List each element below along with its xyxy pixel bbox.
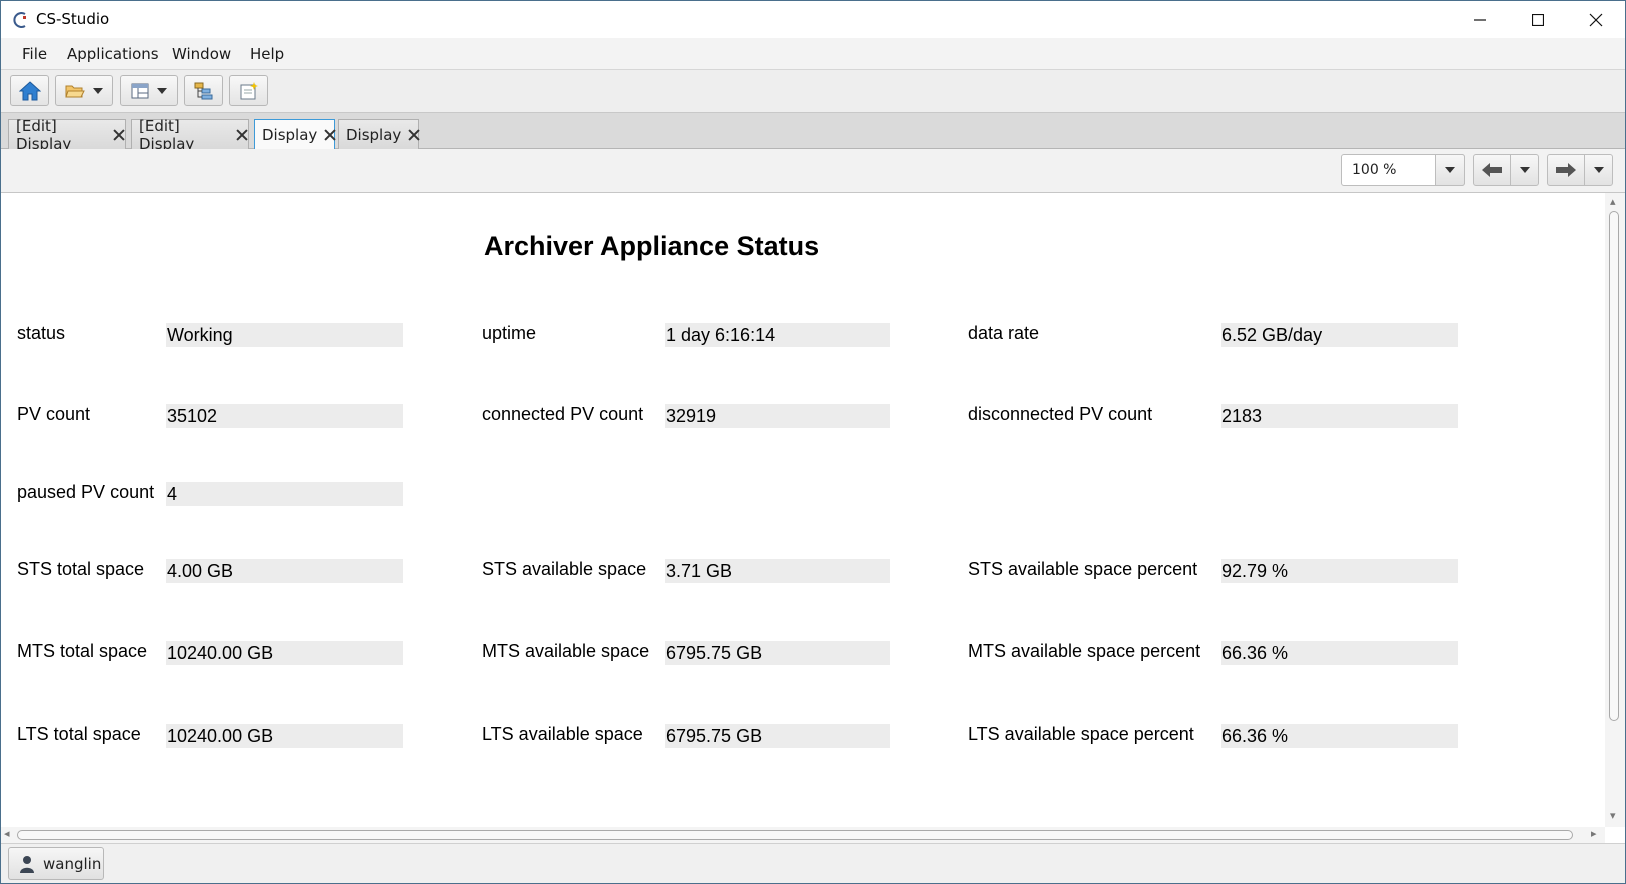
home-button[interactable] [10,75,49,106]
home-icon [18,80,41,100]
user-icon [20,855,34,873]
uptime-label: uptime [482,323,537,343]
display-toolbar: 100 % [1,149,1625,193]
user-name: wanglin [43,854,102,873]
pv-count-label: PV count [17,404,91,424]
display-canvas: Archiver Appliance Status status Working… [1,193,1605,827]
tree-icon [194,82,212,99]
pv-count-value: 35102 [166,404,403,428]
maximize-button[interactable] [1509,1,1567,38]
new-display-button[interactable] [229,75,268,106]
close-icon [1589,13,1603,26]
minimize-icon [1474,18,1486,21]
window-title: CS-Studio [36,10,110,28]
mts-available-space-percent-label: MTS available space percent [968,641,1201,661]
menu-applications[interactable]: Applications [67,45,159,63]
connected-pv-count-value: 32919 [665,404,890,428]
close-window-button[interactable] [1567,1,1625,38]
tree-button[interactable] [184,75,223,106]
user-button[interactable]: wanglin [8,847,104,880]
chevron-down-icon [1445,167,1455,173]
scroll-up-icon[interactable]: ▴ [1610,195,1616,208]
close-icon[interactable] [323,128,334,142]
sts-total-space-label: STS total space [17,559,145,579]
status-label: status [17,323,66,343]
page-title: Archiver Appliance Status [484,231,820,261]
disconnected-pv-count-label: disconnected PV count [968,404,1153,424]
tab-label: Display [262,126,318,144]
new-display-icon [240,81,258,99]
chevron-down-icon [157,87,167,94]
data-rate-value: 6.52 GB/day [1221,323,1458,347]
uptime-value: 1 day 6:16:14 [665,323,890,347]
mts-total-space-label: MTS total space [17,641,148,661]
scroll-left-icon[interactable]: ◂ [4,827,10,840]
horizontal-scroll-thumb[interactable] [17,830,1573,840]
data-rate-label: data rate [968,323,1040,343]
menu-window[interactable]: Window [172,45,231,63]
lts-available-space-percent-value: 66.36 % [1221,724,1458,748]
scroll-right-icon[interactable]: ▸ [1591,827,1597,840]
tab-strip: [Edit] Display [Edit] Display Display Di… [1,113,1625,153]
open-folder-icon [65,85,85,97]
mts-total-space-value: 10240.00 GB [166,641,403,665]
connected-pv-count-label: connected PV count [482,404,644,424]
tab-edit-display-2[interactable]: [Edit] Display [131,117,249,153]
menu-help[interactable]: Help [250,45,284,63]
paused-pv-count-label: paused PV count [17,482,155,502]
cs-studio-logo-icon [13,12,26,28]
minimize-button[interactable] [1451,1,1509,38]
tab-label: [Edit] Display [139,116,195,153]
chevron-down-icon [93,87,103,94]
sts-total-space-value: 4.00 GB [166,559,403,583]
menu-bar: File Applications Window Help [1,38,1625,70]
lts-available-space-value: 6795.75 GB [665,724,890,748]
maximize-icon [1532,13,1544,26]
tab-display[interactable]: Display [338,119,419,149]
mts-available-space-value: 6795.75 GB [665,641,890,665]
application-window: CS-Studio File Applications Window Help [0,0,1626,884]
zoom-dropdown-button[interactable] [1435,154,1465,186]
vertical-scroll-thumb[interactable] [1609,211,1619,721]
mts-available-space-percent-value: 66.36 % [1221,641,1458,665]
scroll-down-icon[interactable]: ▾ [1610,809,1616,822]
tab-label: [Edit] Display [16,116,72,153]
open-button[interactable] [55,75,113,106]
back-button[interactable] [1473,154,1511,186]
layout-icon [131,83,149,98]
tab-edit-display-1[interactable]: [Edit] Display [8,117,126,153]
title-bar: CS-Studio [1,1,1625,38]
sts-available-space-value: 3.71 GB [665,559,890,583]
sts-available-space-percent-value: 92.79 % [1221,559,1458,583]
lts-available-space-percent-label: LTS available space percent [968,724,1194,744]
vertical-scrollbar[interactable]: ▴ ▾ [1605,193,1625,827]
sts-available-space-percent-label: STS available space percent [968,559,1198,579]
close-icon[interactable] [407,128,418,142]
status-bar: wanglin [1,843,1625,883]
forward-button[interactable] [1547,154,1585,186]
layout-button[interactable] [120,75,178,106]
back-history-dropdown[interactable] [1510,154,1539,186]
arrow-right-icon [1556,163,1576,177]
horizontal-scrollbar[interactable]: ◂ ▸ [1,827,1605,843]
lts-total-space-value: 10240.00 GB [166,724,403,748]
paused-pv-count-value: 4 [166,482,403,506]
lts-available-space-label: LTS available space [482,724,643,744]
zoom-value: 100 % [1352,162,1397,178]
menu-file[interactable]: File [22,45,47,63]
forward-history-dropdown[interactable] [1584,154,1613,186]
sts-available-space-label: STS available space [482,559,647,579]
chevron-down-icon [1519,167,1530,173]
close-icon[interactable] [235,128,248,142]
lts-total-space-label: LTS total space [17,724,141,744]
tab-display-active[interactable]: Display [254,119,335,150]
tab-label: Display [346,125,402,144]
disconnected-pv-count-value: 2183 [1221,404,1458,428]
status-value: Working [166,323,403,347]
chevron-down-icon [1593,167,1604,173]
main-toolbar [1,70,1625,113]
close-icon[interactable] [112,128,125,142]
arrow-left-icon [1482,163,1502,177]
mts-available-space-label: MTS available space [482,641,650,661]
